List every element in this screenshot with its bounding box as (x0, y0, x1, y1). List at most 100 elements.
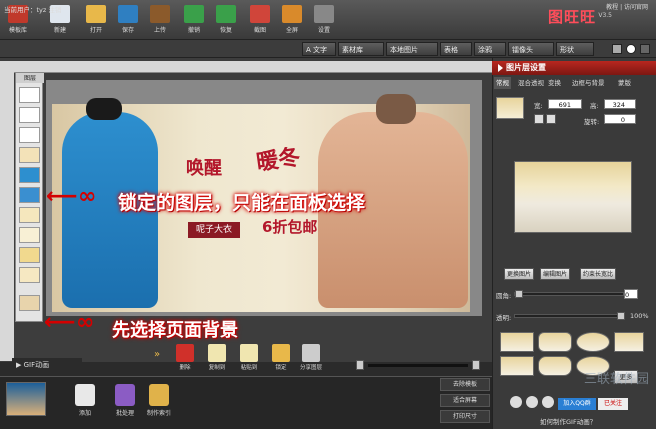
tool-table[interactable]: 表格 (440, 42, 472, 56)
panel-tab[interactable]: 变换 (546, 77, 563, 89)
toolbar-button[interactable]: 设置 (310, 3, 338, 37)
layer-action-button[interactable]: 分享图层 (298, 344, 324, 374)
batch-tool-button[interactable]: 批处理 (112, 384, 138, 420)
avatar-icon[interactable] (510, 396, 522, 408)
image-preview[interactable] (514, 161, 632, 233)
paste-icon (240, 344, 258, 362)
tool-local-image[interactable]: 本地图片 (386, 42, 438, 56)
panel-tab[interactable]: 常规 (494, 77, 511, 89)
radius-slider[interactable] (514, 290, 624, 298)
project-thumbnail[interactable] (6, 382, 46, 416)
layer-action-button[interactable]: 锁定 (268, 344, 294, 374)
image-action-button[interactable]: 约束长宽比 (580, 268, 617, 280)
panel-tab[interactable]: 蒙版 (616, 77, 633, 89)
opacity-slider-knob[interactable] (617, 312, 625, 320)
collapse-chevron-icon[interactable]: » (154, 349, 160, 360)
tool-label: 镭像头 (512, 46, 533, 54)
zoom-track[interactable] (368, 364, 468, 367)
view-button[interactable]: 打印尺寸 (440, 410, 490, 423)
avatar-icon[interactable] (542, 396, 554, 408)
layer-action-button[interactable]: 删除 (172, 344, 198, 374)
panel-tab[interactable]: 混合透视 (516, 77, 546, 89)
width-field[interactable]: 691 (548, 99, 582, 109)
index-icon (149, 384, 169, 406)
top-links[interactable]: 教程 | 访问官网 (606, 2, 648, 11)
zoom-in-icon[interactable] (472, 360, 480, 370)
headline-right[interactable]: 暖冬 (254, 139, 302, 177)
view-button[interactable]: 适合屏幕 (440, 394, 490, 407)
radius-field[interactable]: 0 (624, 289, 638, 299)
circle-toggle-icon[interactable] (626, 44, 636, 54)
layer-thumb[interactable] (19, 267, 40, 283)
loop-annotation-icon: ∞ (76, 310, 95, 335)
layer-thumb[interactable] (19, 227, 40, 243)
batch-tool-button[interactable]: 制作索引 (146, 384, 172, 420)
layer-thumb[interactable] (19, 127, 40, 143)
coat-label[interactable]: 呢子大衣 (188, 222, 240, 238)
toolbar-button[interactable]: 截图 (246, 3, 274, 37)
avatar-icon[interactable] (526, 396, 538, 408)
panel-tab[interactable]: 边框与背景 (570, 77, 607, 89)
layer-action-button[interactable]: 复制到 (204, 344, 230, 374)
tool-camera[interactable]: 镭像头 (508, 42, 554, 56)
app-version: V3.5 (598, 12, 612, 19)
follow-button[interactable]: 已关注 (598, 398, 628, 410)
current-user[interactable]: 当前用户：tyz 注销 (4, 4, 61, 14)
layer-thumb[interactable] (19, 107, 40, 123)
layer-action-label: 锁定 (275, 365, 287, 371)
flip-horizontal-icon[interactable] (534, 114, 544, 124)
toolbar-button[interactable]: 全屏 (278, 3, 306, 37)
width-label: 宽: (534, 102, 543, 110)
layout-toggle-icon[interactable] (612, 44, 622, 54)
batch-icon (115, 384, 135, 406)
discount-text[interactable]: 6折包邮 (262, 216, 317, 237)
tool-brush[interactable]: 涂鸦 (474, 42, 506, 56)
layer-action-button[interactable]: 粘贴到 (236, 344, 262, 374)
layer-thumb[interactable] (19, 147, 40, 163)
toolbar-button[interactable]: 撤销 (180, 3, 208, 37)
shape-preset[interactable] (500, 332, 534, 352)
shape-preset[interactable] (500, 356, 534, 376)
shape-preset[interactable] (614, 332, 644, 352)
toolbar-button-label: 全屏 (285, 27, 298, 34)
rotate-field[interactable]: 0 (604, 114, 636, 124)
layer-thumb[interactable] (19, 207, 40, 223)
image-action-button[interactable]: 更换图片 (504, 268, 535, 280)
horizontal-ruler (14, 61, 492, 73)
layer-thumb[interactable] (19, 247, 40, 263)
toolbar-button[interactable]: 上传 (146, 3, 174, 37)
toolbar-button[interactable]: 恢复 (212, 3, 240, 37)
gif-animation-tab[interactable]: ▶ GIF动画 (12, 358, 82, 372)
batch-tool-label: 批处理 (115, 410, 134, 417)
upload-icon (150, 5, 170, 23)
layer-thumb[interactable] (19, 87, 40, 103)
tool-material-library[interactable]: 素材库 (338, 42, 384, 56)
flip-vertical-icon[interactable] (546, 114, 556, 124)
shape-preset[interactable] (538, 332, 572, 352)
headline-left[interactable]: 唤醒 (186, 154, 222, 180)
help-link[interactable]: 如何制作GIF动画？ (540, 416, 596, 426)
shape-preset[interactable] (576, 332, 610, 352)
zoom-out-icon[interactable] (356, 360, 364, 370)
opacity-slider[interactable] (514, 312, 625, 320)
shape-preset[interactable] (538, 356, 572, 376)
background-hint-annotation: 先选择页面背景 (112, 320, 238, 341)
grid-toggle-icon[interactable] (640, 44, 650, 54)
toolbar-button-label: 撤销 (187, 27, 200, 34)
layer-thumb[interactable] (19, 187, 40, 203)
tool-text[interactable]: A 文字 (302, 42, 336, 56)
layer-action-label: 删除 (179, 365, 191, 371)
zoom-slider[interactable] (356, 360, 486, 372)
height-field[interactable]: 324 (604, 99, 636, 109)
join-qq-group-button[interactable]: 加入QQ群 (558, 398, 596, 410)
image-action-button[interactable]: 编辑图片 (540, 268, 571, 280)
tool-shape[interactable]: 形状 (556, 42, 594, 56)
radius-slider-knob[interactable] (515, 290, 523, 298)
layer-thumb[interactable] (19, 167, 40, 183)
toolbar-button[interactable]: 保存 (114, 3, 142, 37)
layer-thumb-background[interactable] (19, 295, 40, 311)
toolbar-button[interactable]: 打开 (82, 3, 110, 37)
batch-tool-button[interactable]: 添加 (72, 384, 98, 420)
view-button[interactable]: 去除模板 (440, 378, 490, 391)
panel-collapse-icon[interactable] (496, 64, 504, 72)
